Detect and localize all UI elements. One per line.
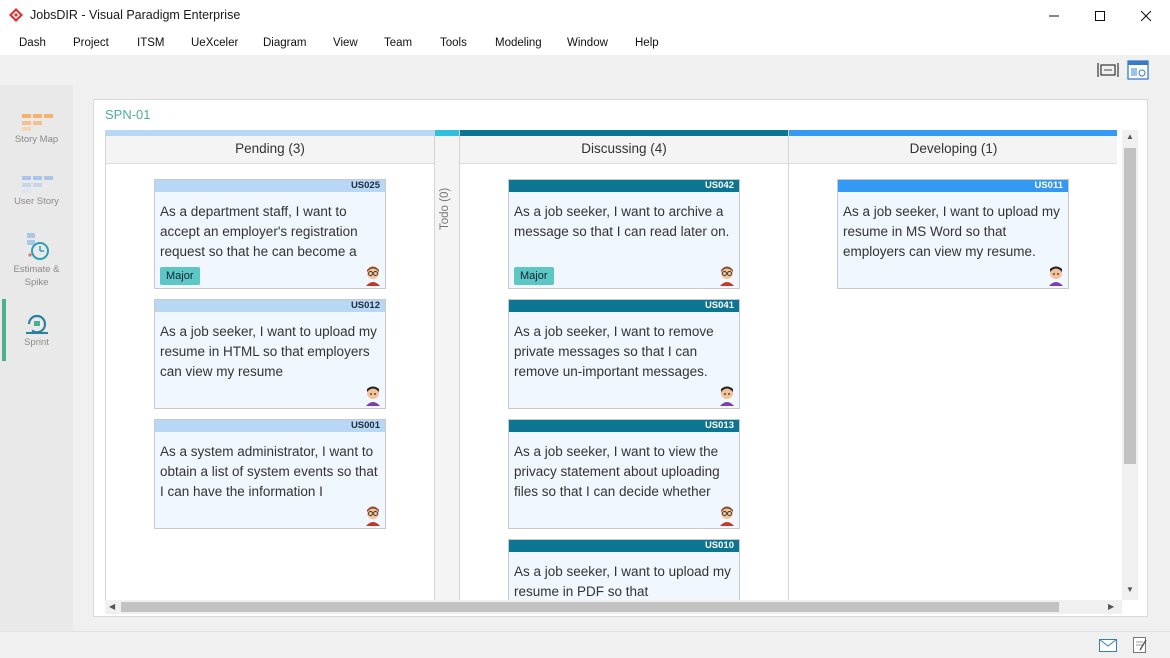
- menu-project[interactable]: Project: [73, 37, 109, 49]
- story-card-us025[interactable]: US025 As a department staff, I want to a…: [154, 179, 386, 289]
- nav-estimate-spike[interactable]: Estimate & Spike: [0, 231, 73, 289]
- male-avatar-icon: [1049, 266, 1063, 286]
- menu-itsm[interactable]: ITSM: [137, 37, 164, 49]
- male-glasses-avatar-icon: [720, 266, 734, 286]
- priority-tag: Major: [514, 267, 554, 285]
- scroll-up-icon[interactable]: ▲: [1126, 132, 1134, 141]
- column-discussing-header[interactable]: Discussing (4): [460, 136, 788, 164]
- menu-team[interactable]: Team: [384, 37, 412, 49]
- close-icon: [1140, 10, 1152, 21]
- menu-window[interactable]: Window: [567, 37, 608, 49]
- male-glasses-avatar-icon: [366, 266, 380, 286]
- story-card-us012[interactable]: US012 As a job seeker, I want to upload …: [154, 299, 386, 409]
- window-title: JobsDIR - Visual Paradigm Enterprise: [30, 8, 241, 22]
- sprint-panel: SPN-01 Pending (3) US025 As a department…: [93, 99, 1148, 617]
- estimate-spike-icon: [26, 233, 49, 260]
- user-story-icon: [21, 176, 53, 193]
- column-developing-header[interactable]: Developing (1): [789, 136, 1117, 164]
- vertical-scrollbar[interactable]: ▲ ▼: [1122, 130, 1138, 600]
- nav-sprint[interactable]: Sprint: [0, 312, 73, 349]
- column-todo[interactable]: Todo (0): [435, 130, 460, 600]
- nav-estimate-label-line1: Estimate &: [13, 264, 60, 275]
- mail-icon[interactable]: [1099, 639, 1117, 652]
- nav-story-map[interactable]: Story Map: [0, 111, 73, 146]
- menu-bar: Dash Project ITSM UeXceler Diagram View …: [0, 31, 1170, 55]
- card-id: US041: [509, 300, 739, 312]
- column-discussing: Discussing (4) US042 As a job seeker, I …: [460, 130, 789, 600]
- left-nav: Story Map User Story Estimate & Spike Sp…: [0, 85, 73, 631]
- minimize-icon: [1049, 15, 1059, 16]
- story-card-us011[interactable]: US011 As a job seeker, I want to upload …: [837, 179, 1069, 289]
- menu-dash[interactable]: Dash: [19, 37, 46, 49]
- layout-icon[interactable]: [1127, 60, 1149, 80]
- story-card-us041[interactable]: US041 As a job seeker, I want to remove …: [508, 299, 740, 409]
- card-text: As a job seeker, I want to archive a mes…: [514, 204, 730, 239]
- card-id: US013: [509, 420, 739, 432]
- fit-width-icon[interactable]: [1097, 60, 1119, 80]
- story-card-us001[interactable]: US001 As a system administrator, I want …: [154, 419, 386, 529]
- column-pending: Pending (3) US025 As a department staff,…: [106, 130, 435, 600]
- horizontal-scrollbar[interactable]: ◀ ▶: [105, 600, 1122, 614]
- story-map-icon: [21, 114, 53, 131]
- card-text: As a department staff, I want to accept …: [160, 204, 358, 259]
- notes-icon[interactable]: [1132, 636, 1148, 654]
- horizontal-scroll-thumb[interactable]: [121, 602, 1059, 612]
- menu-uexceler[interactable]: UeXceler: [191, 37, 238, 49]
- story-card-us013[interactable]: US013 As a job seeker, I want to view th…: [508, 419, 740, 529]
- card-text: As a system administrator, I want to obt…: [160, 444, 378, 499]
- sprint-title: SPN-01: [105, 107, 151, 122]
- maximize-button[interactable]: [1077, 0, 1123, 31]
- close-button[interactable]: [1123, 0, 1169, 31]
- male-glasses-avatar-icon: [720, 506, 734, 526]
- column-pending-header[interactable]: Pending (3): [106, 136, 434, 164]
- card-id: US010: [509, 540, 739, 552]
- nav-story-map-label: Story Map: [14, 134, 59, 145]
- card-id: US025: [155, 180, 385, 192]
- story-card-us042[interactable]: US042 As a job seeker, I want to archive…: [508, 179, 740, 289]
- nav-sprint-label: Sprint: [24, 337, 49, 348]
- menu-modeling[interactable]: Modeling: [495, 37, 542, 49]
- card-text: As a job seeker, I want to remove privat…: [514, 324, 714, 379]
- column-developing: Developing (1) US011 As a job seeker, I …: [789, 130, 1117, 600]
- card-id: US012: [155, 300, 385, 312]
- card-text: As a job seeker, I want to view the priv…: [514, 444, 720, 499]
- kanban-board: Pending (3) US025 As a department staff,…: [105, 130, 1117, 600]
- male-avatar-icon: [720, 386, 734, 406]
- menu-tools[interactable]: Tools: [440, 37, 467, 49]
- title-bar: JobsDIR - Visual Paradigm Enterprise: [0, 0, 1170, 31]
- story-card-us010[interactable]: US010 As a job seeker, I want to upload …: [508, 539, 740, 600]
- menu-help[interactable]: Help: [635, 37, 659, 49]
- card-id: US011: [838, 180, 1068, 192]
- nav-user-story-label: User Story: [14, 196, 59, 207]
- sprint-icon: [25, 314, 48, 334]
- male-glasses-avatar-icon: [366, 506, 380, 526]
- menu-diagram[interactable]: Diagram: [263, 37, 306, 49]
- column-todo-label: Todo (0): [439, 187, 451, 230]
- column-todo-bar: [435, 130, 459, 136]
- priority-tag: Major: [160, 267, 200, 285]
- card-text: As a job seeker, I want to upload my res…: [843, 204, 1060, 259]
- scroll-right-icon[interactable]: ▶: [1108, 602, 1114, 611]
- scroll-left-icon[interactable]: ◀: [109, 602, 115, 611]
- menu-view[interactable]: View: [333, 37, 358, 49]
- card-text: As a job seeker, I want to upload my res…: [514, 564, 731, 599]
- status-bar: [0, 631, 1170, 658]
- nav-user-story[interactable]: User Story: [0, 173, 73, 208]
- minimize-button[interactable]: [1031, 0, 1077, 31]
- visual-paradigm-logo-icon: [9, 8, 23, 22]
- male-avatar-icon: [366, 386, 380, 406]
- vertical-scroll-thumb[interactable]: [1124, 148, 1136, 464]
- card-id: US001: [155, 420, 385, 432]
- card-text: As a job seeker, I want to upload my res…: [160, 324, 377, 379]
- toolbar: [0, 55, 1170, 85]
- maximize-icon: [1095, 10, 1105, 21]
- card-id: US042: [509, 180, 739, 192]
- nav-estimate-label-line2: Spike: [24, 277, 49, 288]
- scroll-down-icon[interactable]: ▼: [1126, 585, 1134, 594]
